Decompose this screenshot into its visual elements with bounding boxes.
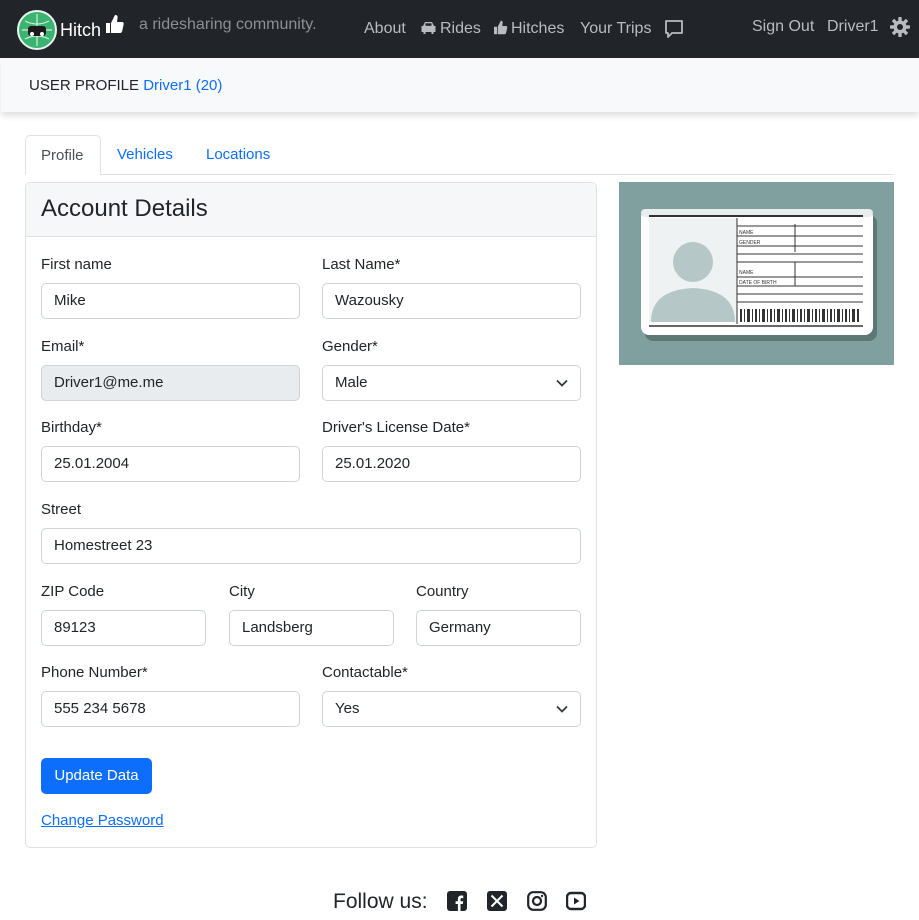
navbar: Hitch a ridesharing community. About Rid… — [0, 0, 919, 58]
id-name-label: NAME — [739, 230, 754, 236]
contactable-select-value: Yes — [335, 700, 360, 717]
follow-us-label: Follow us: — [333, 890, 428, 913]
nav-your-trips[interactable]: Your Trips — [580, 20, 651, 38]
thumbs-up-icon — [104, 14, 124, 39]
profile-username[interactable]: Driver1 (20) — [143, 77, 222, 94]
email-input: Driver1@me.me — [41, 365, 300, 401]
gender-label: Gender* — [322, 338, 378, 355]
chat-icon[interactable] — [664, 19, 684, 44]
change-password-link[interactable]: Change Password — [41, 812, 164, 829]
brand-name[interactable]: Hitch — [60, 20, 101, 41]
id-gender-label: GENDER — [739, 240, 761, 246]
last-name-input[interactable]: Wazousky — [322, 283, 581, 319]
nav-hitches-label: Hitches — [511, 20, 565, 37]
zip-input[interactable]: 89123 — [41, 610, 206, 646]
facebook-icon[interactable] — [447, 891, 467, 916]
city-label: City — [229, 583, 255, 600]
license-date-label: Driver's License Date* — [322, 419, 470, 436]
tab-vehicles[interactable]: Vehicles — [102, 135, 188, 175]
account-details-card: Account Details First name Mike Last Nam… — [25, 182, 597, 848]
zip-label: ZIP Code — [41, 583, 105, 600]
id-name-label-2: NAME — [739, 270, 754, 276]
profile-title-prefix: USER PROFILE — [29, 77, 144, 94]
country-input[interactable]: Germany — [416, 610, 581, 646]
street-label: Street — [41, 501, 82, 518]
brand-logo-icon[interactable] — [17, 10, 57, 50]
birthday-label: Birthday* — [41, 419, 102, 436]
profile-tabs: Profile Vehicles Locations — [25, 135, 894, 175]
id-dob-label: DATE OF BIRTH — [739, 280, 777, 286]
nav-rides[interactable]: Rides — [420, 20, 481, 38]
license-date-input[interactable]: 25.01.2020 — [322, 446, 581, 482]
update-data-button[interactable]: Update Data — [41, 758, 152, 794]
nav-user-link[interactable]: Driver1 — [827, 18, 879, 36]
city-input[interactable]: Landsberg — [229, 610, 394, 646]
card-title: Account Details — [41, 195, 208, 222]
instagram-icon[interactable] — [527, 891, 547, 916]
tab-profile[interactable]: Profile — [25, 135, 101, 175]
tagline: a ridesharing community. — [139, 16, 317, 33]
country-label: Country — [416, 583, 469, 600]
id-card-illustration: NAME GENDER NAME DATE OF BIRTH — [619, 182, 894, 365]
gender-select-value: Male — [335, 374, 368, 391]
birthday-input[interactable]: 25.01.2004 — [41, 446, 300, 482]
email-label: Email* — [41, 338, 85, 355]
last-name-label: Last Name* — [322, 256, 401, 273]
chevron-down-icon — [556, 705, 568, 713]
nav-about[interactable]: About — [364, 20, 406, 38]
phone-input[interactable]: 555 234 5678 — [41, 691, 300, 727]
card-header: Account Details — [26, 183, 596, 237]
x-icon[interactable] — [487, 891, 507, 916]
tab-locations[interactable]: Locations — [191, 135, 285, 175]
sign-out-link[interactable]: Sign Out — [752, 18, 814, 36]
profile-title: USER PROFILE Driver1 (20) — [29, 77, 222, 94]
gender-select[interactable]: Male — [322, 365, 581, 401]
thumbs-up-icon — [494, 20, 508, 35]
gear-icon[interactable] — [889, 16, 911, 43]
phone-label: Phone Number* — [41, 664, 148, 681]
first-name-label: First name — [41, 256, 112, 273]
first-name-input[interactable]: Mike — [41, 283, 300, 319]
street-input[interactable]: Homestreet 23 — [41, 528, 581, 564]
chevron-down-icon — [556, 379, 568, 387]
nav-rides-label: Rides — [440, 20, 481, 37]
nav-hitches[interactable]: Hitches — [492, 20, 564, 38]
contactable-select[interactable]: Yes — [322, 691, 581, 727]
profile-header: USER PROFILE Driver1 (20) — [1, 58, 919, 112]
contactable-label: Contactable* — [322, 664, 408, 681]
youtube-icon[interactable] — [565, 891, 587, 916]
car-icon — [421, 22, 436, 34]
